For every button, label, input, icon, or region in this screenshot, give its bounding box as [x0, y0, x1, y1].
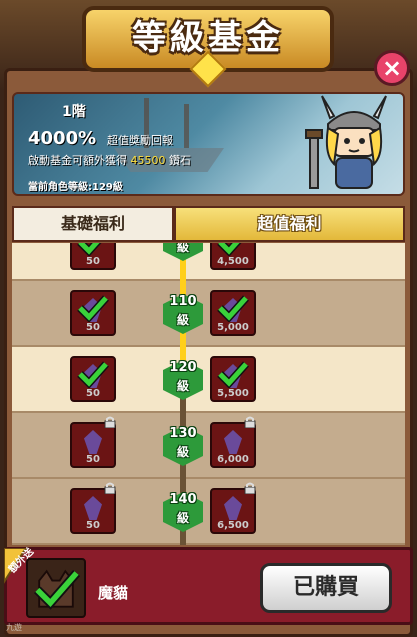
reward-list[interactable]: 50 100級 4,500 50 110 級 5,000 50 120 級 5,50… [12, 243, 405, 545]
reward-amount: 5,000 [217, 322, 249, 333]
reward-amount: 50 [86, 322, 100, 333]
level-suffix: 級 [176, 379, 189, 393]
bonus-description-prefix: 啟動基金可額外獲得 [28, 154, 127, 167]
reward-amount: 50 [86, 454, 100, 465]
reward-amount: 50 [86, 256, 100, 267]
checkmark-icon [217, 295, 249, 322]
purchased-button[interactable]: 已購買 [260, 563, 392, 613]
fund-banner: 1階 4000% 超值獎勵回報 啟動基金可額外獲得 45500 鑽石 當前角色等… [12, 92, 405, 196]
level-number: 120 [169, 360, 197, 375]
level-badge: 130 級 [158, 421, 208, 471]
level-suffix: 級 [176, 511, 189, 525]
crystal-icon [84, 496, 102, 520]
checkmark-icon [77, 361, 109, 388]
level-number: 110 [169, 294, 197, 309]
basic-reward-slot[interactable]: 50 [70, 356, 116, 402]
checkmark-icon [217, 243, 242, 256]
welfare-tabs: 基礎福利 超值福利 [12, 206, 405, 242]
level-suffix: 級 [176, 445, 189, 459]
bonus-description: 啟動基金可額外獲得 45500 鑽石 [28, 152, 191, 168]
tier-label: 1階 [62, 104, 86, 120]
reward-amount: 50 [86, 388, 100, 399]
premium-reward-slot[interactable]: 4,500 [210, 243, 256, 270]
lock-icon [244, 482, 256, 494]
basic-reward-slot[interactable]: 50 [70, 416, 116, 468]
level-badge: 120 級 [158, 355, 208, 405]
reward-amount: 6,000 [217, 454, 249, 465]
premium-reward-slot[interactable]: 6,000 [210, 416, 256, 468]
premium-reward-slot[interactable]: 5,500 [210, 356, 256, 402]
lock-icon [104, 416, 116, 428]
close-button[interactable]: × [374, 50, 410, 86]
crystal-icon [224, 430, 242, 454]
level-badge: 110 級 [158, 289, 208, 339]
crystal-icon [84, 430, 102, 454]
hero-character-icon [305, 95, 387, 189]
crystal-icon [224, 496, 242, 520]
magic-cat-icon [34, 569, 81, 610]
lock-icon [104, 482, 116, 494]
premium-reward-slot[interactable]: 5,000 [210, 290, 256, 336]
level-number: 130 [169, 426, 197, 441]
bonus-item-slot[interactable] [26, 558, 86, 618]
tab-premium-welfare[interactable]: 超值福利 [174, 206, 405, 242]
level-suffix: 級 [176, 313, 189, 327]
tab-basic-welfare[interactable]: 基礎福利 [12, 206, 174, 242]
checkmark-icon [77, 243, 102, 256]
reward-amount: 5,500 [217, 388, 249, 399]
level-number: 140 [169, 492, 197, 507]
bonus-amount: 45500 [130, 154, 166, 167]
reward-amount: 50 [86, 520, 100, 531]
lock-icon [244, 416, 256, 428]
reward-amount: 4,500 [217, 256, 249, 267]
return-percent-caption: 超值獎勵回報 [107, 134, 173, 147]
premium-reward-slot[interactable]: 6,500 [210, 482, 256, 534]
level-suffix: 級 [176, 243, 189, 254]
level-badge: 140 級 [158, 487, 208, 537]
reward-amount: 6,500 [217, 520, 249, 531]
level-badge: 100級 [158, 243, 208, 266]
basic-reward-slot[interactable]: 50 [70, 482, 116, 534]
checkmark-icon [77, 295, 109, 322]
bonus-item-name: 魔貓 [98, 584, 129, 602]
return-percent: 4000% [28, 128, 97, 149]
watermark: 九遊 [6, 623, 22, 632]
bonus-description-suffix: 鑽石 [169, 154, 191, 167]
checkmark-icon [217, 361, 249, 388]
basic-reward-slot[interactable]: 50 [70, 243, 116, 270]
current-level-label: 當前角色等級:129級 [28, 182, 123, 193]
basic-reward-slot[interactable]: 50 [70, 290, 116, 336]
ship-mast [184, 104, 189, 148]
